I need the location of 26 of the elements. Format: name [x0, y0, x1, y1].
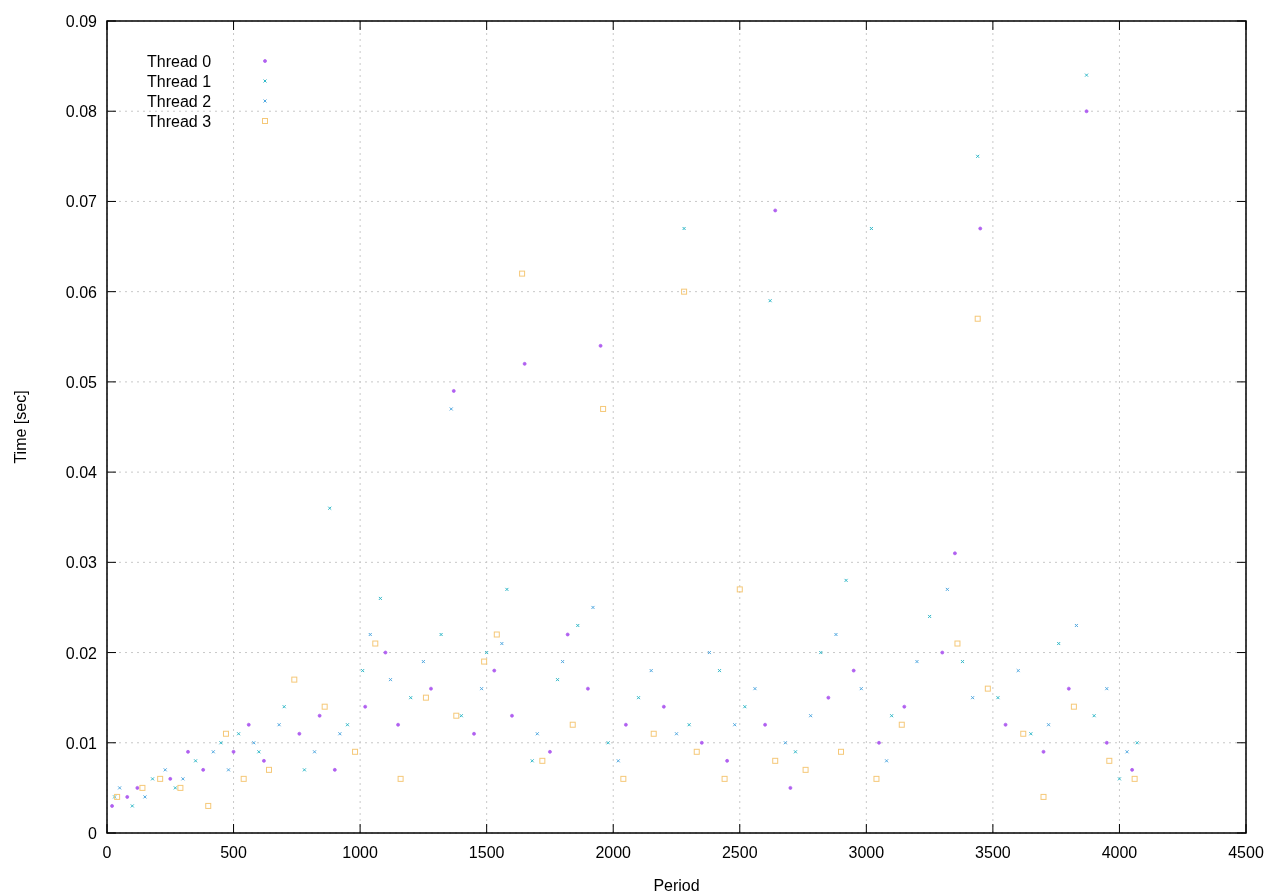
- y-tick-label: 0.06: [65, 283, 97, 301]
- x-tick-label: 2500: [722, 844, 758, 861]
- y-tick-label: 0.01: [65, 734, 97, 752]
- legend-label: Thread 3: [147, 113, 212, 130]
- y-tick-label: 0.02: [65, 644, 97, 662]
- y-tick-label: 0: [88, 825, 97, 842]
- y-tick-label: 0.04: [65, 464, 97, 482]
- x-tick-label: 3500: [975, 844, 1011, 861]
- x-tick-label: 500: [220, 844, 247, 861]
- x-tick-label: 1500: [468, 844, 505, 861]
- x-tick-label: 3000: [848, 844, 885, 861]
- legend-label: Thread 2: [147, 93, 212, 110]
- x-tick-label: 1000: [342, 844, 378, 861]
- y-tick-label: 0.05: [65, 373, 97, 391]
- legend-label: Thread 1: [147, 73, 212, 90]
- y-tick-label: 0.07: [65, 193, 97, 211]
- y-tick-label: 0.09: [65, 13, 97, 30]
- x-tick-label: 0: [102, 844, 112, 861]
- y-axis-title: Time [sec]: [12, 390, 29, 464]
- x-tick-label: 4000: [1101, 844, 1138, 861]
- y-tick-label: 0.08: [65, 103, 97, 121]
- x-tick-label: 2000: [595, 844, 631, 861]
- y-tick-label: 0.03: [65, 554, 97, 572]
- x-tick-label: 4500: [1228, 844, 1264, 861]
- x-axis-title: Period: [653, 877, 700, 894]
- legend-label: Thread 0: [147, 53, 212, 70]
